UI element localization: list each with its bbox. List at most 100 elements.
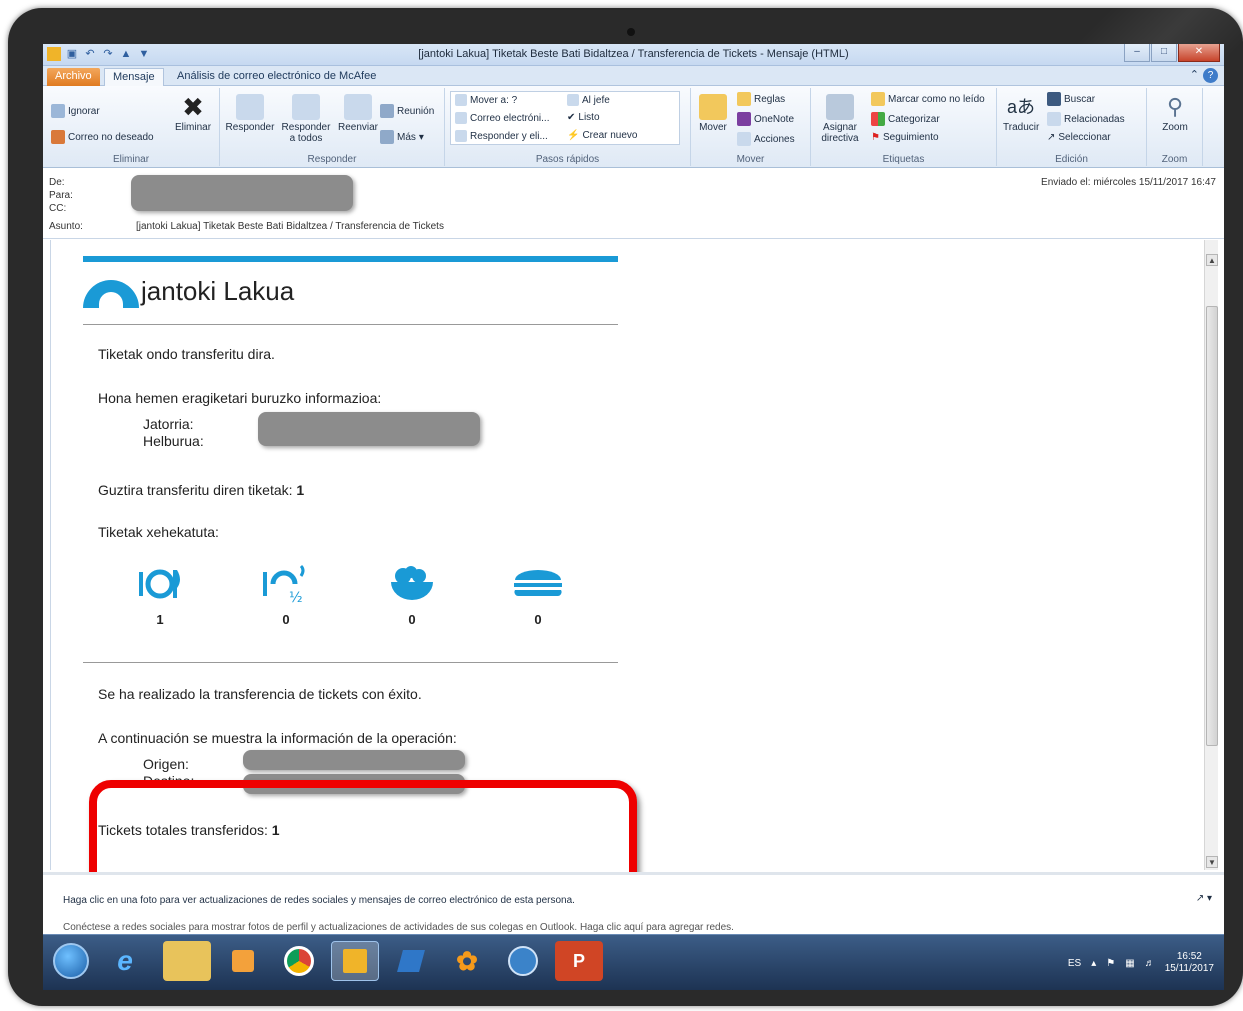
chrome-icon[interactable] (275, 941, 323, 981)
quick-steps-gallery: Mover a: ? Correo electróni... Responder… (450, 91, 680, 145)
scroll-down-icon[interactable]: ▼ (1206, 856, 1218, 868)
ignore-icon (51, 104, 65, 118)
media-player-icon[interactable] (219, 941, 267, 981)
sandwich-count: 0 (534, 612, 542, 627)
butterfly-icon[interactable]: ✿ (443, 941, 491, 981)
clock-date: 15/11/2017 (1164, 963, 1214, 974)
tab-mensaje[interactable]: Mensaje (104, 68, 164, 86)
reply-all-button[interactable]: Responder a todos (278, 94, 334, 144)
communicator-icon[interactable] (499, 941, 547, 981)
es-origin-label: Origen: (143, 756, 189, 772)
subject-value: [jantoki Lakua] Tiketak Beste Bati Bidal… (136, 221, 444, 232)
ignore-button[interactable]: Ignorar (51, 104, 100, 118)
group-zoom: ⚲ Zoom Zoom (1147, 88, 1203, 166)
clock[interactable]: 16:52 15/11/2017 (1165, 951, 1214, 975)
forward-icon (344, 94, 372, 120)
more-icon (380, 130, 394, 144)
meeting-button[interactable]: Reunión (380, 104, 434, 118)
window-title: [jantoki Lakua] Tiketak Beste Bati Bidal… (418, 48, 849, 60)
eu-breakdown-text: Tiketak xehekatuta: (98, 524, 219, 540)
start-button[interactable] (53, 943, 89, 979)
people-pane-connect-link[interactable]: Conéctese a redes sociales para mostrar … (63, 922, 734, 933)
outlook-taskbar-icon[interactable] (331, 941, 379, 981)
onenote-button[interactable]: OneNote (737, 112, 794, 126)
powerpoint-icon[interactable]: P (555, 941, 603, 981)
scroll-up-icon[interactable]: ▲ (1206, 254, 1218, 266)
eu-dest-label: Helburua: (143, 433, 204, 449)
related-icon (1047, 112, 1061, 126)
envelope-icon (871, 92, 885, 106)
half-meal-icon: ½ (263, 564, 305, 604)
move-button[interactable]: Mover (697, 94, 729, 133)
quickstep-boss[interactable]: Al jefe (567, 94, 610, 106)
internet-explorer-icon[interactable]: e (101, 941, 149, 981)
translate-button[interactable]: aあ Traducir (1003, 94, 1039, 133)
onenote-icon (737, 112, 751, 126)
app-icon[interactable] (387, 941, 435, 981)
maximize-button[interactable]: □ (1151, 44, 1177, 62)
volume-icon[interactable]: ♬ (1145, 958, 1155, 969)
select-button[interactable]: ↗ Seleccionar (1047, 132, 1111, 143)
group-etiquetas: Asignar directiva Marcar como no leído C… (811, 88, 997, 166)
junk-icon (51, 130, 65, 144)
mark-unread-button[interactable]: Marcar como no leído (871, 92, 985, 106)
taskbar: e ✿ P ES ▴ ⚑ ▦ ♬ 16:52 15/11/2017 (43, 934, 1224, 990)
redacted-sender (131, 175, 353, 211)
language-indicator[interactable]: ES (1068, 958, 1081, 969)
flag-icon: ⚑ (871, 132, 880, 143)
webcam-dot (627, 28, 635, 36)
eu-total-value: 1 (296, 482, 305, 498)
rules-button[interactable]: Reglas (737, 92, 785, 106)
cc-label: CC: (49, 203, 67, 214)
quickstep-done[interactable]: ✔ Listo (567, 112, 600, 123)
quickstep-reply-delete[interactable]: Responder y eli... (455, 130, 548, 142)
tab-archivo[interactable]: Archivo (47, 68, 100, 86)
more-button[interactable]: Más ▾ (380, 130, 424, 144)
full-meal-icon (139, 569, 180, 599)
network-icon[interactable]: ▦ (1125, 958, 1134, 969)
forward-button[interactable]: Reenviar (336, 94, 380, 133)
quickstep-create[interactable]: ⚡ Crear nuevo (567, 130, 637, 141)
ribbon-tabs: Archivo Mensaje Análisis de correo elect… (43, 66, 1224, 86)
flag-tray-icon[interactable]: ⚑ (1106, 958, 1115, 969)
followup-button[interactable]: ⚑ Seguimiento (871, 132, 939, 143)
assign-policy-button[interactable]: Asignar directiva (815, 94, 865, 144)
vertical-scrollbar[interactable]: ▲ ▼ (1204, 240, 1218, 870)
rules-icon (737, 92, 751, 106)
eu-origin-label: Jatorria: (143, 416, 194, 432)
message-header: De: Para: CC: Asunto: [jantoki Lakua] Ti… (43, 169, 1224, 239)
group-edicion: aあ Traducir Buscar Relacionadas ↗ Seleccio… (997, 88, 1147, 166)
show-hidden-icons[interactable]: ▴ (1091, 958, 1096, 969)
group-pasos-rapidos: Mover a: ? Correo electróni... Responder… (445, 88, 691, 166)
sandwich-icon (514, 570, 562, 597)
help-icon[interactable]: ? (1203, 68, 1218, 83)
related-button[interactable]: Relacionadas (1047, 112, 1125, 126)
reply-icon (236, 94, 264, 120)
expand-pane-icon[interactable]: ↗ ▾ (1196, 893, 1212, 904)
system-tray: ES ▴ ⚑ ▦ ♬ 16:52 15/11/2017 (1068, 951, 1214, 975)
reply-button[interactable]: Responder (224, 94, 276, 133)
brand-logo: jantoki Lakua (83, 262, 618, 320)
delete-button[interactable]: ✖ Eliminar (173, 94, 213, 133)
screen: ▣ ↶ ↷ ▲ ▼ [jantoki Lakua] Tiketak Beste … (43, 44, 1224, 990)
close-button[interactable]: ✕ (1178, 44, 1220, 62)
junk-button[interactable]: Correo no deseado (51, 130, 154, 144)
message-body: jantoki Lakua Tiketak ondo transferitu d… (50, 240, 1210, 897)
actions-button[interactable]: Acciones (737, 132, 795, 146)
file-explorer-icon[interactable] (163, 941, 211, 981)
policy-icon (826, 94, 854, 120)
translate-icon: aあ (1007, 97, 1036, 117)
logo-word: Lakua (216, 276, 295, 306)
redacted-eu-names (258, 412, 480, 446)
quickstep-email[interactable]: Correo electróni... (455, 112, 549, 124)
find-button[interactable]: Buscar (1047, 92, 1095, 106)
minimize-button[interactable]: – (1124, 44, 1150, 62)
collapse-ribbon-icon[interactable]: ⌃ (1190, 68, 1199, 83)
scroll-thumb[interactable] (1206, 306, 1218, 746)
quickstep-move-to[interactable]: Mover a: ? (455, 94, 517, 106)
delete-icon: ✖ (182, 92, 204, 122)
zoom-button[interactable]: ⚲ Zoom (1153, 94, 1197, 133)
from-label: De: (49, 177, 65, 188)
tab-mcafee[interactable]: Análisis de correo electrónico de McAfee (169, 68, 384, 86)
categorize-button[interactable]: Categorizar (871, 112, 940, 126)
